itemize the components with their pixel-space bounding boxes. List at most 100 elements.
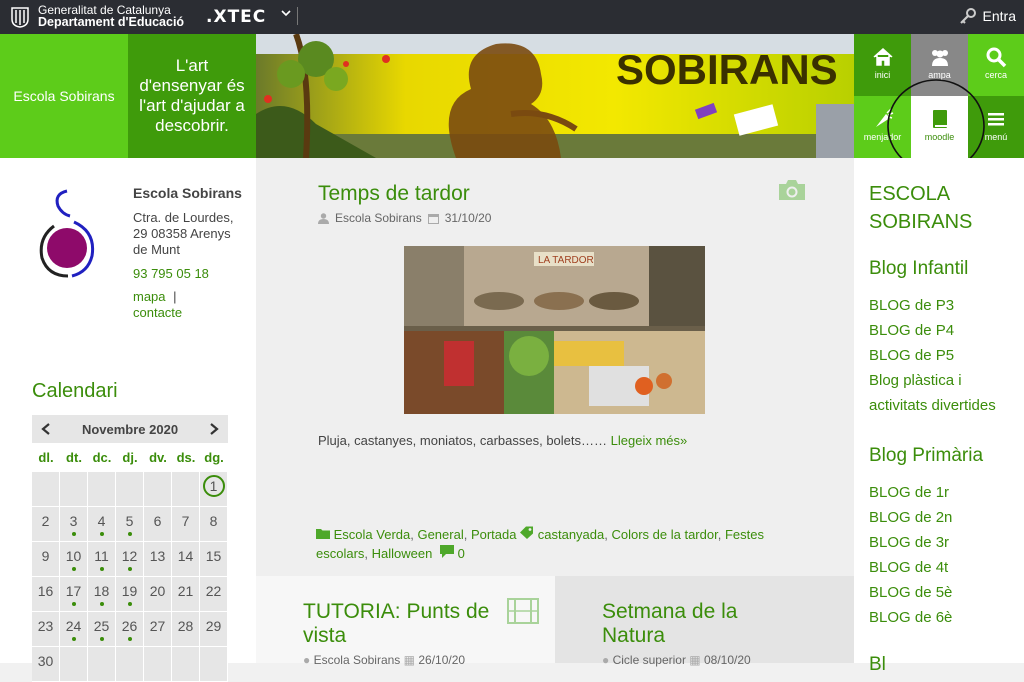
post-excerpt-text: Pluja, castanyes, moniatos, carbasses, b…	[318, 433, 608, 448]
calendar-day[interactable]: 26	[116, 612, 144, 647]
calendar-day[interactable]: 6	[144, 507, 172, 542]
calendar-day[interactable]: 15	[200, 542, 228, 577]
chevron-down-icon[interactable]	[280, 6, 292, 22]
site-title[interactable]: Escola Sobirans	[0, 34, 128, 158]
tag-link[interactable]: Colors de la tardor	[611, 527, 717, 542]
blog-infantil-heading: Blog Infantil	[869, 258, 969, 279]
left-sidebar: Escola Sobirans Ctra. de Lourdes, 29 083…	[0, 158, 256, 682]
hamburger-menu-icon	[988, 113, 1004, 126]
post-taxonomy: Escola Verda, General, Portada castanyad…	[316, 526, 764, 561]
category-link[interactable]: Escola Verda	[334, 527, 411, 542]
calendar-day[interactable]: 9	[32, 542, 60, 577]
next-heading: Bl	[869, 654, 886, 675]
event-dot	[72, 567, 76, 571]
calendar-day[interactable]: 8	[200, 507, 228, 542]
calendar-day[interactable]: 21	[172, 577, 200, 612]
contact-link[interactable]: contacte	[133, 305, 243, 321]
xtec-logo[interactable]: .XTEC	[206, 7, 266, 27]
blog-link[interactable]: BLOG de P5	[869, 343, 1019, 368]
calendar-day[interactable]: 18	[88, 577, 116, 612]
post-title[interactable]: TUTORIA: Punts de vista	[303, 600, 503, 648]
blog-link[interactable]: BLOG de P3	[869, 293, 1019, 318]
blog-link[interactable]: BLOG de 4t	[869, 555, 1019, 580]
blog-link[interactable]: Blog plàstica i activitats divertides	[869, 368, 1019, 418]
calendar-day[interactable]: 30	[32, 647, 60, 682]
calendar-day[interactable]: 5	[116, 507, 144, 542]
gencat-logo-icon[interactable]	[10, 6, 30, 28]
calendar-day[interactable]: 1	[200, 472, 228, 507]
calendar-day[interactable]: 25	[88, 612, 116, 647]
post-title[interactable]: Setmana de la Natura	[602, 600, 782, 648]
tag-link[interactable]: Halloween	[372, 546, 433, 561]
blog-link[interactable]: BLOG de 6è	[869, 605, 1019, 630]
calendar-day[interactable]: 4	[88, 507, 116, 542]
key-icon	[959, 8, 976, 24]
calendar-day[interactable]: 24	[60, 612, 88, 647]
comment-icon	[439, 545, 454, 558]
post-date: 08/10/20	[703, 653, 751, 667]
calendar-day[interactable]: 22	[200, 577, 228, 612]
calendar-day-number: 13	[149, 548, 166, 564]
gencat-name[interactable]: Generalitat de Catalunya Departament d'E…	[38, 4, 184, 28]
blog-link[interactable]: BLOG de 2n	[869, 505, 1019, 530]
calendar-grid: 1 2 3 4 5 6 7 8 9 10 11 12 13 14 15 16 17 18 19 20 21 22 23 24 2…	[32, 471, 228, 682]
post-author[interactable]: Escola Sobirans	[335, 211, 422, 225]
event-dot	[128, 602, 132, 606]
link-separator: |	[173, 289, 177, 304]
calendar-day-name: dv.	[149, 450, 167, 465]
post-featured-image[interactable]: LA TARDOR	[404, 246, 705, 414]
calendar-empty-cell	[144, 647, 172, 682]
calendar-empty-cell	[144, 472, 172, 507]
blog-link[interactable]: BLOG de 1r	[869, 480, 1019, 505]
school-logo[interactable]	[34, 188, 98, 278]
calendar-day[interactable]: 14	[172, 542, 200, 577]
login-button[interactable]: Entra	[959, 7, 1016, 25]
post-meta: ● Cicle superior ▦ 08/10/20	[602, 653, 751, 667]
post-author[interactable]: Cicle superior	[613, 653, 686, 667]
calendar-empty-cell	[60, 647, 88, 682]
calendar-day[interactable]: 2	[32, 507, 60, 542]
calendar-day[interactable]: 16	[32, 577, 60, 612]
read-more-link[interactable]: Llegeix més»	[611, 433, 688, 448]
calendar-day[interactable]: 20	[144, 577, 172, 612]
post-card: Temps de tardor Escola Sobirans 31/10/20…	[256, 158, 854, 576]
calendar-day[interactable]: 23	[32, 612, 60, 647]
calendar-day[interactable]: 27	[144, 612, 172, 647]
event-dot	[128, 532, 132, 536]
school-phone[interactable]: 93 795 05 18	[133, 266, 243, 282]
tag-link[interactable]: castanyada	[538, 527, 605, 542]
calendar-empty-cell	[116, 472, 144, 507]
calendar-day[interactable]: 17	[60, 577, 88, 612]
comment-count[interactable]: 0	[458, 546, 465, 561]
blog-link[interactable]: BLOG de 3r	[869, 530, 1019, 555]
post-author[interactable]: Escola Sobirans	[314, 653, 401, 667]
calendar-day-number: 8	[209, 513, 218, 529]
calendar-day[interactable]: 3	[60, 507, 88, 542]
event-dot	[72, 637, 76, 641]
calendar-day[interactable]: 7	[172, 507, 200, 542]
category-link[interactable]: General	[417, 527, 463, 542]
chevron-left-icon[interactable]	[40, 422, 52, 436]
calendar-day[interactable]: 13	[144, 542, 172, 577]
calendar-empty-cell	[116, 647, 144, 682]
calendar-day-name: dj.	[122, 450, 138, 465]
category-link[interactable]: Portada	[471, 527, 517, 542]
calendar-day[interactable]: 10	[60, 542, 88, 577]
calendar-day-number: 6	[153, 513, 162, 529]
calendar-day[interactable]: 19	[116, 577, 144, 612]
calendar-day[interactable]: 29	[200, 612, 228, 647]
calendar-day-number: 26	[121, 618, 138, 634]
calendar-day[interactable]: 12	[116, 542, 144, 577]
film-icon[interactable]	[507, 598, 539, 624]
calendar-day[interactable]: 11	[88, 542, 116, 577]
camera-icon[interactable]	[777, 178, 807, 202]
blog-link[interactable]: BLOG de P4	[869, 318, 1019, 343]
map-link[interactable]: mapa	[133, 289, 166, 304]
calendar-empty-cell	[32, 472, 60, 507]
header-banner-image: SOBIRANS	[256, 34, 854, 158]
calendar-day-number: 16	[37, 583, 54, 599]
chevron-right-icon[interactable]	[208, 422, 220, 436]
blog-link[interactable]: BLOG de 5è	[869, 580, 1019, 605]
calendar-day[interactable]: 28	[172, 612, 200, 647]
post-title[interactable]: Temps de tardor	[318, 182, 470, 206]
